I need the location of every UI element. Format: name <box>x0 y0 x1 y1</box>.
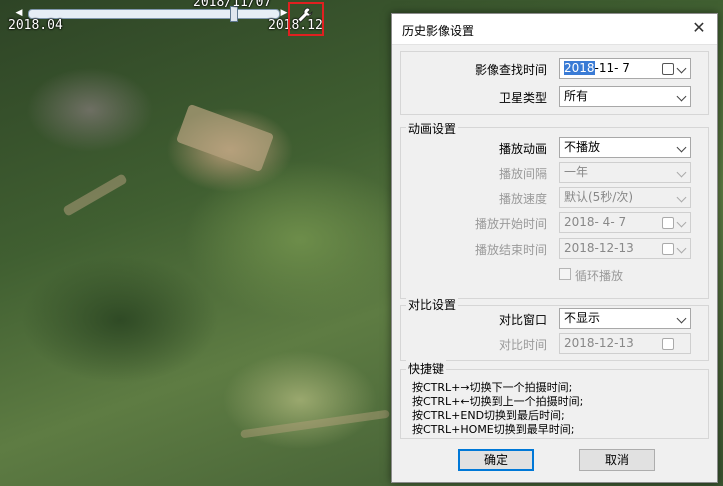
chevron-down-icon[interactable] <box>678 194 686 202</box>
shortcut-line: 按CTRL+←切换到上一个拍摄时间; <box>412 395 584 408</box>
close-icon[interactable]: ✕ <box>689 18 709 37</box>
play-speed-value: 默认(5秒/次) <box>564 190 634 204</box>
calendar-icon[interactable] <box>662 338 674 350</box>
play-start-time-value: 2018- 4- 7 <box>564 215 627 229</box>
loop-play-checkbox[interactable] <box>559 268 571 280</box>
shortcuts-group-title: 快捷键 <box>406 360 447 377</box>
calendar-icon[interactable] <box>662 217 674 229</box>
chevron-down-icon[interactable] <box>678 315 686 323</box>
animation-group-title: 动画设置 <box>406 120 459 137</box>
satellite-type-select[interactable]: 所有 <box>559 86 691 107</box>
chevron-down-icon[interactable] <box>678 219 686 227</box>
compare-window-label: 对比窗口 <box>498 313 547 327</box>
timeline-current-date: 2018/11/07 <box>193 0 272 10</box>
wrench-icon <box>296 6 314 28</box>
cancel-button[interactable]: 取消 <box>579 449 655 471</box>
play-interval-label: 播放间隔 <box>498 167 547 181</box>
chevron-down-icon[interactable] <box>678 93 686 101</box>
play-speed-label: 播放速度 <box>498 192 547 206</box>
play-end-time-label: 播放结束时间 <box>474 243 547 257</box>
play-interval-select[interactable]: 一年 <box>559 162 691 183</box>
play-end-time-picker[interactable]: 2018-12-13 <box>559 238 691 259</box>
map-road <box>175 103 275 173</box>
timeline-start-label: 2018.04 <box>8 18 63 33</box>
compare-window-select[interactable]: 不显示 <box>559 308 691 329</box>
compare-time-picker[interactable]: 2018-12-13 <box>559 333 691 354</box>
dialog-titlebar[interactable]: 历史影像设置 ✕ <box>392 14 717 45</box>
shortcut-line: 按CTRL+END切换到最后时间; <box>412 409 565 422</box>
settings-tool-button[interactable] <box>288 2 324 36</box>
query-time-picker[interactable]: 2018-11- 7 <box>559 58 691 79</box>
history-imagery-dialog: 历史影像设置 ✕ 影像查找时间 2018-11- 7 卫星类型 所有 动画设置 … <box>391 13 718 483</box>
timeline-track[interactable] <box>28 9 280 19</box>
shortcut-line: 按CTRL+HOME切换到最早时间; <box>412 423 575 436</box>
play-end-time-value: 2018-12-13 <box>564 241 634 255</box>
calendar-icon[interactable] <box>662 243 674 255</box>
shortcut-list: 按CTRL+→切换下一个拍摄时间; 按CTRL+←切换到上一个拍摄时间; 按CT… <box>412 381 583 437</box>
play-start-time-picker[interactable]: 2018- 4- 7 <box>559 212 691 233</box>
map-road <box>240 409 390 439</box>
satellite-type-label: 卫星类型 <box>498 91 547 105</box>
timeline-bar[interactable]: ◀ ▶ 2018/11/07 2018.04 2018.12 <box>0 0 330 36</box>
query-time-year: 2018 <box>564 61 595 75</box>
play-animation-label: 播放动画 <box>498 142 547 156</box>
chevron-down-icon[interactable] <box>678 169 686 177</box>
query-time-label: 影像查找时间 <box>474 63 547 77</box>
play-animation-select[interactable]: 不播放 <box>559 137 691 158</box>
calendar-icon[interactable] <box>662 63 674 75</box>
play-animation-value: 不播放 <box>564 140 601 154</box>
chevron-down-icon[interactable] <box>678 144 686 152</box>
shortcut-line: 按CTRL+→切换下一个拍摄时间; <box>412 381 573 394</box>
compare-window-value: 不显示 <box>564 311 601 325</box>
compare-time-value: 2018-12-13 <box>564 336 634 350</box>
satellite-type-value: 所有 <box>564 89 589 103</box>
map-road <box>62 173 128 217</box>
loop-play-label: 循环播放 <box>575 269 624 283</box>
play-start-time-label: 播放开始时间 <box>474 217 547 231</box>
compare-time-label: 对比时间 <box>498 338 547 352</box>
chevron-down-icon[interactable] <box>678 245 686 253</box>
play-speed-select[interactable]: 默认(5秒/次) <box>559 187 691 208</box>
timeline-prev-icon[interactable]: ◀ <box>14 8 24 18</box>
chevron-down-icon[interactable] <box>678 65 686 73</box>
query-time-rest: -11- 7 <box>594 61 630 75</box>
ok-button[interactable]: 确定 <box>458 449 534 471</box>
dialog-title: 历史影像设置 <box>402 24 475 38</box>
play-interval-value: 一年 <box>564 165 589 179</box>
